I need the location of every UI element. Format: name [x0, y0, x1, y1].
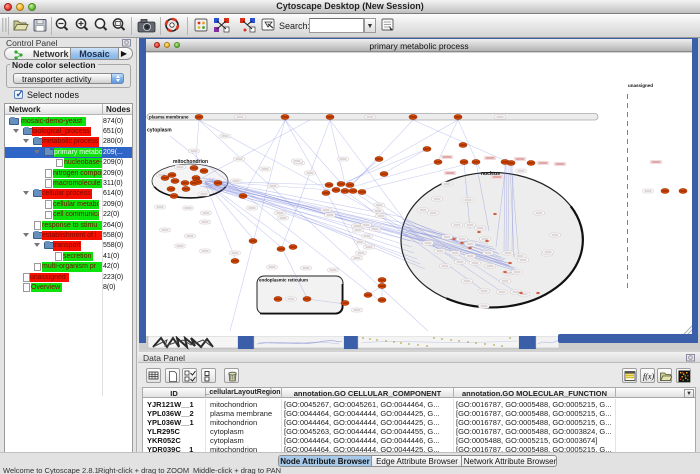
svg-text:f(x): f(x): [643, 372, 654, 381]
svg-text:cytoplasm: cytoplasm: [147, 128, 172, 134]
svg-text:unassigned: unassigned: [628, 83, 653, 88]
svg-text:plasma membrane: plasma membrane: [149, 115, 189, 120]
svg-text:mitochondrion: mitochondrion: [173, 159, 208, 165]
svg-text:nucleus: nucleus: [481, 171, 500, 177]
svg-text:endoplasmic reticulum: endoplasmic reticulum: [259, 278, 308, 283]
